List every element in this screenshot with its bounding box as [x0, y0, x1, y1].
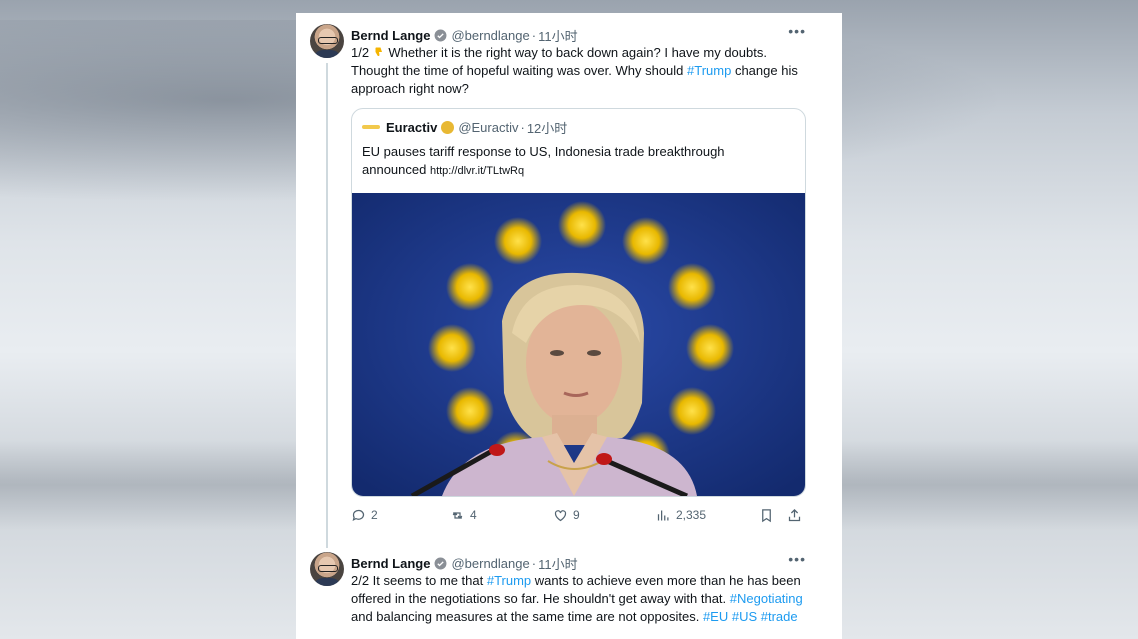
quote-link[interactable]: http://dlvr.it/TLtwRq — [430, 165, 524, 177]
quoted-tweet[interactable]: Euractiv @Euractiv · 12小时 EU pauses tari… — [351, 108, 806, 497]
quote-author-handle[interactable]: @Euractiv — [458, 120, 518, 135]
verified-org-icon — [441, 120, 455, 134]
share-button[interactable] — [787, 505, 807, 525]
author-handle[interactable]: @berndlange — [451, 28, 529, 43]
reply-count: 2 — [371, 508, 378, 522]
tweet-text: 2/2 It seems to me that #Trump wants to … — [351, 573, 803, 624]
hashtag-link[interactable]: #Negotiating — [730, 591, 803, 606]
views-button[interactable]: 2,335 — [656, 505, 706, 525]
like-icon — [554, 509, 567, 521]
verified-icon — [435, 29, 447, 41]
thumbs-down-emoji — [375, 47, 382, 57]
more-icon[interactable]: ••• — [788, 23, 806, 39]
tweet-actions: 2 4 9 2,335 — [351, 505, 811, 525]
thread-connector-line — [326, 63, 328, 548]
tweet-2[interactable]: Bernd Lange @berndlange · 11小时 ••• 2/2 I… — [296, 541, 842, 639]
quote-author-name[interactable]: Euractiv — [386, 120, 437, 135]
retweet-icon — [452, 511, 463, 519]
like-count: 9 — [573, 508, 580, 522]
tweet-text: 1/2 Whether it is the right way to back … — [351, 45, 798, 96]
tweet-time[interactable]: 11小时 — [538, 26, 578, 45]
hashtag-link[interactable]: #Trump — [487, 573, 531, 588]
author-name[interactable]: Bernd Lange — [351, 556, 430, 571]
share-icon — [788, 508, 801, 521]
tweet-thread-panel: Bernd Lange @berndlange · 11小时 ••• 1/2 W… — [296, 13, 842, 639]
more-icon[interactable]: ••• — [788, 551, 806, 567]
tweet-header: Bernd Lange @berndlange · 11小时 — [351, 26, 578, 45]
quote-header: Euractiv @Euractiv · 12小时 — [362, 117, 567, 137]
tweet-header: Bernd Lange @berndlange · 11小时 — [351, 554, 578, 573]
reply-icon — [352, 509, 365, 521]
reply-button[interactable]: 2 — [351, 505, 378, 525]
tweet-1[interactable]: Bernd Lange @berndlange · 11小时 ••• 1/2 W… — [296, 13, 842, 548]
quote-text: EU pauses tariff response to US, Indones… — [362, 144, 725, 177]
quote-time[interactable]: 12小时 — [527, 118, 567, 137]
verified-icon — [435, 557, 447, 569]
avatar[interactable] — [310, 552, 344, 586]
views-icon — [657, 510, 669, 520]
euractiv-logo-icon — [362, 125, 380, 129]
hashtag-link[interactable]: #EU #US #trade — [703, 609, 798, 624]
bookmark-icon — [762, 508, 771, 522]
quote-image[interactable] — [352, 193, 805, 496]
bookmark-button[interactable] — [759, 505, 779, 525]
tweet-time[interactable]: 11小时 — [538, 554, 578, 573]
hashtag-link[interactable]: #Trump — [687, 63, 731, 78]
author-name[interactable]: Bernd Lange — [351, 28, 430, 43]
avatar[interactable] — [310, 24, 344, 58]
author-handle[interactable]: @berndlange — [451, 556, 529, 571]
retweet-button[interactable]: 4 — [450, 505, 477, 525]
retweet-count: 4 — [470, 508, 477, 522]
views-count: 2,335 — [676, 508, 707, 522]
like-button[interactable]: 9 — [553, 505, 580, 525]
